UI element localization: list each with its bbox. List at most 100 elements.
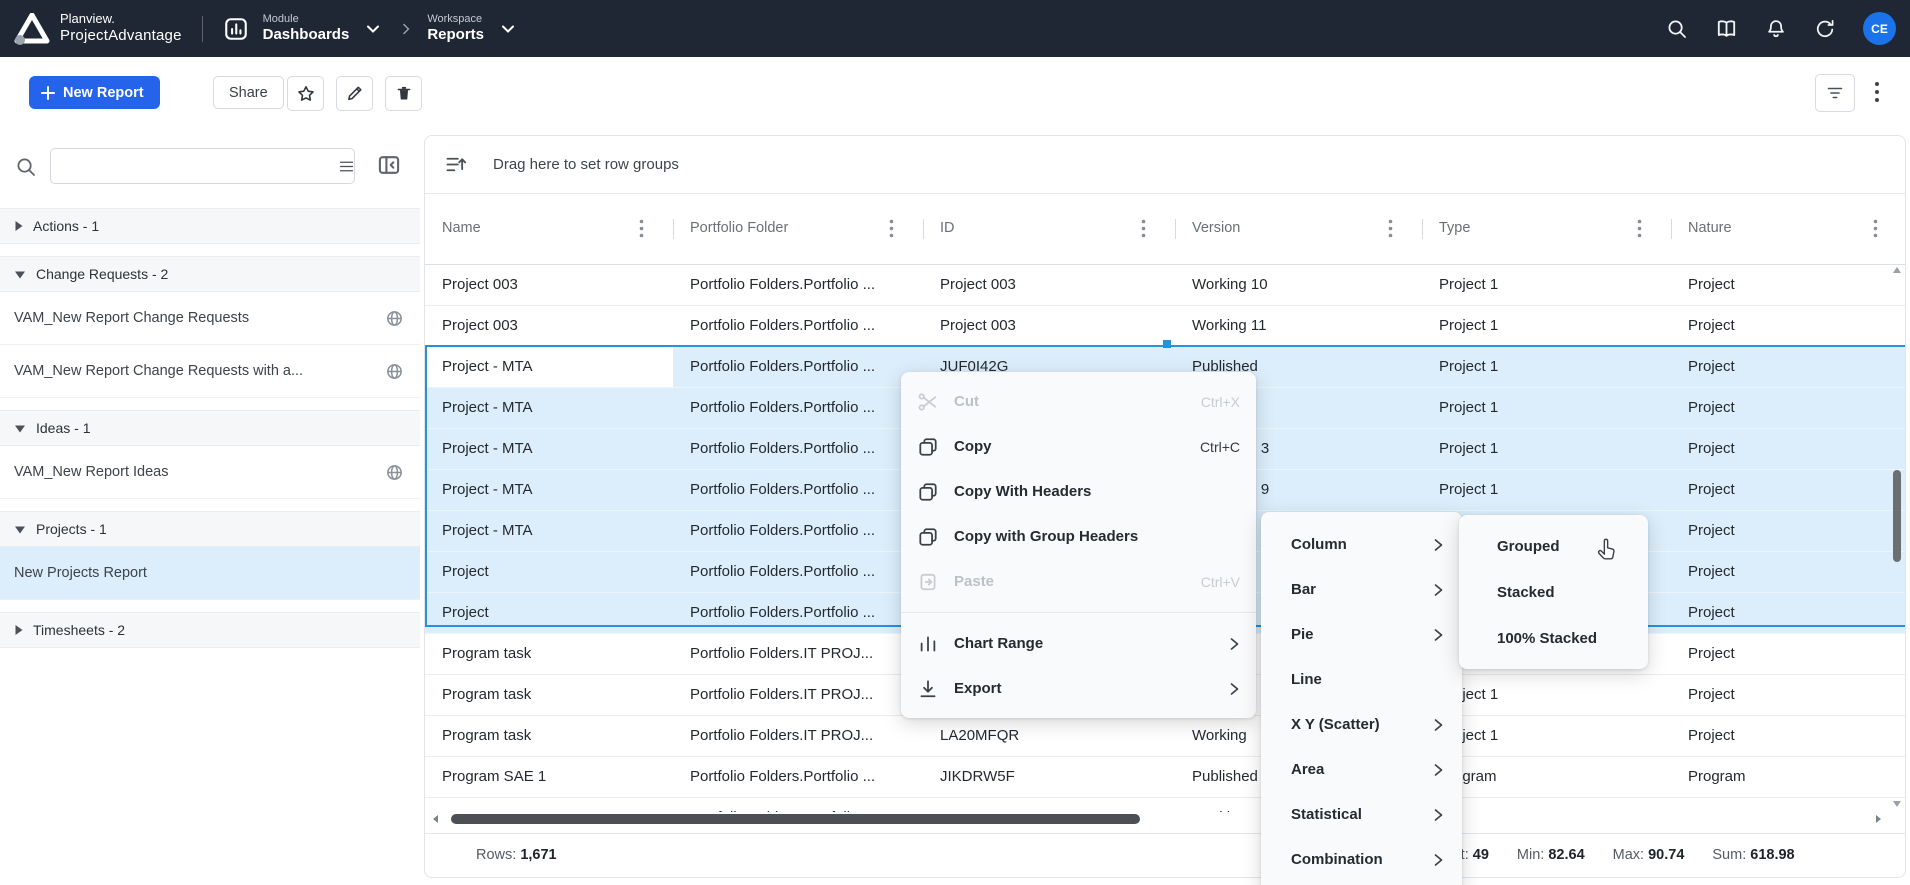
- cell-name[interactable]: Program task: [425, 675, 673, 715]
- column-header-portfolio-folder[interactable]: Portfolio Folder: [673, 193, 923, 264]
- table-row[interactable]: Program SAE 1Portfolio Folders.Portfolio…: [425, 798, 1906, 812]
- cell-nature[interactable]: Project: [1671, 388, 1906, 428]
- cell-portfolio[interactable]: Portfolio Folders.Portfolio ...: [673, 265, 923, 305]
- cell-type[interactable]: Project 1: [1422, 429, 1671, 469]
- menu-item-copy-with-headers[interactable]: Copy With Headers: [901, 469, 1256, 514]
- column-header-type[interactable]: Type: [1422, 193, 1671, 264]
- help-book-icon[interactable]: [1715, 17, 1738, 40]
- cell-id[interactable]: Project 003: [923, 265, 1175, 305]
- chart-menu-item-x-y-scatter[interactable]: X Y (Scatter): [1261, 702, 1462, 747]
- cell-nature[interactable]: Project: [1671, 675, 1906, 715]
- menu-item-copy-with-group-headers[interactable]: Copy with Group Headers: [901, 514, 1256, 559]
- column-menu-kebab-icon[interactable]: [1873, 219, 1878, 238]
- cell-type[interactable]: Project 1: [1422, 347, 1671, 387]
- cell-id[interactable]: LA20MFQR: [923, 716, 1175, 756]
- favorite-star-button[interactable]: [287, 76, 324, 111]
- refresh-icon[interactable]: [1814, 18, 1836, 40]
- column-menu-kebab-icon[interactable]: [1388, 219, 1393, 238]
- cell-id[interactable]: JIKDRW5F: [923, 757, 1175, 797]
- cell-nature[interactable]: Project: [1671, 511, 1906, 551]
- new-report-button[interactable]: New Report: [29, 76, 160, 109]
- cell-portfolio[interactable]: Portfolio Folders.Portfolio ...: [673, 306, 923, 346]
- column-menu-kebab-icon[interactable]: [1637, 219, 1642, 238]
- column-header-version[interactable]: Version: [1175, 193, 1422, 264]
- notifications-bell-icon[interactable]: [1765, 18, 1787, 40]
- cell-portfolio[interactable]: Portfolio Folders.Portfolio ...: [673, 347, 923, 387]
- column-menu-kebab-icon[interactable]: [889, 219, 894, 238]
- column-header-nature[interactable]: Nature: [1671, 193, 1906, 264]
- sidebar-item-vam-new-report-change-requests-with-a[interactable]: VAM_New Report Change Requests with a...: [0, 345, 420, 398]
- cell-nature[interactable]: Project: [1671, 347, 1906, 387]
- column-menu-kebab-icon[interactable]: [1141, 219, 1146, 238]
- column-header-id[interactable]: ID: [923, 193, 1175, 264]
- cell-type[interactable]: Project 1: [1422, 388, 1671, 428]
- cell-name[interactable]: Project: [425, 593, 673, 633]
- cell-name[interactable]: Project - MTA: [425, 388, 673, 428]
- cell-id[interactable]: JIKDRW5F: [923, 798, 1175, 812]
- module-caret-down-icon[interactable]: [367, 25, 379, 33]
- cell-portfolio[interactable]: Portfolio Folders.IT PROJ...: [673, 716, 923, 756]
- cell-portfolio[interactable]: Portfolio Folders.Portfolio ...: [673, 593, 923, 633]
- cell-nature[interactable]: Project: [1671, 306, 1906, 346]
- cell-version[interactable]: Working 11: [1175, 306, 1422, 346]
- horizontal-scroll-thumb[interactable]: [451, 814, 1140, 824]
- scroll-right-arrow-icon[interactable]: [1873, 814, 1883, 824]
- cell-portfolio[interactable]: Portfolio Folders.Portfolio ...: [673, 511, 923, 551]
- row-group-drop-zone[interactable]: Drag here to set row groups: [425, 136, 1905, 194]
- cell-nature[interactable]: Project: [1671, 429, 1906, 469]
- cell-type[interactable]: Project 1: [1422, 306, 1671, 346]
- chart-menu-item-line[interactable]: Line: [1261, 657, 1462, 702]
- workspace-switcher[interactable]: Workspace Reports: [427, 13, 520, 45]
- cell-nature[interactable]: Project: [1671, 634, 1906, 674]
- sidebar-item-new-projects-report[interactable]: New Projects Report: [0, 547, 420, 600]
- chart-menu-item-statistical[interactable]: Statistical: [1261, 792, 1462, 837]
- cell-name[interactable]: Project - MTA: [425, 347, 673, 387]
- cell-portfolio[interactable]: Portfolio Folders.IT PROJ...: [673, 634, 923, 674]
- scroll-up-arrow-icon[interactable]: [1892, 266, 1902, 275]
- module-switcher[interactable]: Module Dashboards: [223, 13, 386, 45]
- cell-name[interactable]: Project 003: [425, 306, 673, 346]
- delete-button[interactable]: [385, 76, 422, 111]
- cell-name[interactable]: Project - MTA: [425, 470, 673, 510]
- vertical-scroll-thumb[interactable]: [1893, 470, 1901, 562]
- filter-button[interactable]: [1815, 74, 1855, 112]
- table-row[interactable]: Program taskPortfolio Folders.IT PROJ...…: [425, 716, 1906, 757]
- column-header-name[interactable]: Name: [425, 193, 673, 264]
- cell-name[interactable]: Project 003: [425, 265, 673, 305]
- sidebar-group-actions-1[interactable]: Actions - 1: [0, 208, 420, 244]
- cell-portfolio[interactable]: Portfolio Folders.Portfolio ...: [673, 798, 923, 812]
- column-submenu-item-grouped[interactable]: Grouped: [1459, 523, 1648, 569]
- search-icon[interactable]: [1666, 18, 1688, 40]
- toolbar-more-menu[interactable]: [1874, 81, 1880, 103]
- cell-name[interactable]: Project - MTA: [425, 511, 673, 551]
- share-button[interactable]: Share: [213, 76, 284, 109]
- chart-menu-item-combination[interactable]: Combination: [1261, 837, 1462, 882]
- chart-menu-item-pie[interactable]: Pie: [1261, 612, 1462, 657]
- chart-menu-item-area[interactable]: Area: [1261, 747, 1462, 792]
- cell-portfolio[interactable]: Portfolio Folders.IT PROJ...: [673, 675, 923, 715]
- sidebar-group-ideas-1[interactable]: Ideas - 1: [0, 410, 420, 446]
- cell-nature[interactable]: Project: [1671, 593, 1906, 633]
- cell-portfolio[interactable]: Portfolio Folders.Portfolio ...: [673, 470, 923, 510]
- sidebar-search-input[interactable]: [50, 148, 355, 184]
- cell-nature[interactable]: Project: [1671, 470, 1906, 510]
- scroll-left-arrow-icon[interactable]: [431, 814, 441, 824]
- table-row[interactable]: Project 003Portfolio Folders.Portfolio .…: [425, 265, 1906, 306]
- collapse-sidebar-button[interactable]: [376, 152, 402, 178]
- cell-name[interactable]: Program task: [425, 634, 673, 674]
- cell-name[interactable]: Program SAE 1: [425, 798, 673, 812]
- column-menu-kebab-icon[interactable]: [639, 219, 644, 238]
- sidebar-group-change-requests-2[interactable]: Change Requests - 2: [0, 256, 420, 292]
- menu-item-export[interactable]: Export: [901, 666, 1256, 711]
- cell-name[interactable]: Program task: [425, 716, 673, 756]
- sidebar-group-projects-1[interactable]: Projects - 1: [0, 511, 420, 547]
- chart-menu-item-column[interactable]: Column: [1261, 522, 1462, 567]
- workspace-caret-down-icon[interactable]: [502, 25, 514, 33]
- cell-nature[interactable]: Program: [1671, 798, 1906, 812]
- cell-id[interactable]: Project 003: [923, 306, 1175, 346]
- cell-portfolio[interactable]: Portfolio Folders.Portfolio ...: [673, 388, 923, 428]
- table-row[interactable]: Program SAE 1Portfolio Folders.Portfolio…: [425, 757, 1906, 798]
- cell-type[interactable]: Project 1: [1422, 265, 1671, 305]
- cell-nature[interactable]: Project: [1671, 716, 1906, 756]
- table-row[interactable]: Project 003Portfolio Folders.Portfolio .…: [425, 306, 1906, 347]
